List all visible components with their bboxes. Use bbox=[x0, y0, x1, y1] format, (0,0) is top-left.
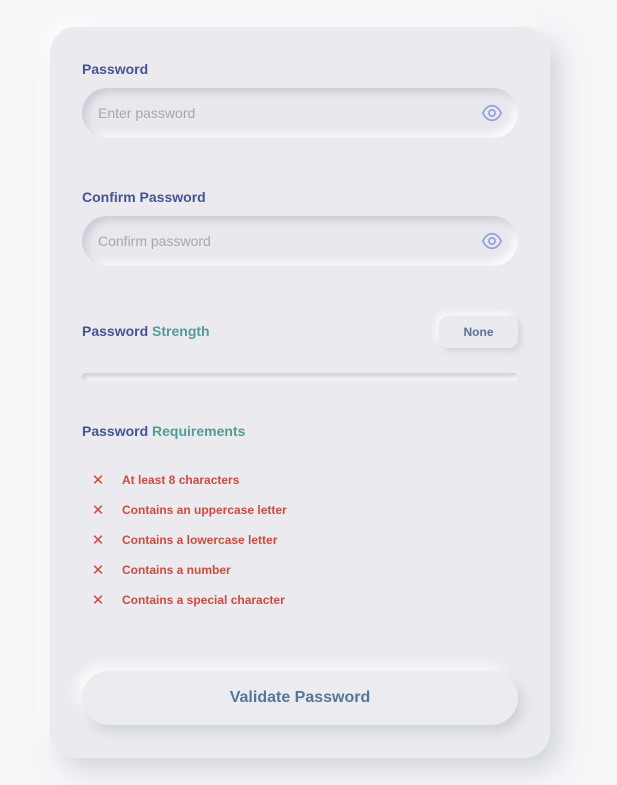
eye-icon[interactable] bbox=[481, 103, 503, 123]
requirement-text: Contains a number bbox=[122, 563, 231, 577]
requirement-item: ✕ Contains a number bbox=[90, 555, 287, 585]
strength-label: Password Strength bbox=[82, 323, 210, 339]
requirement-text: At least 8 characters bbox=[122, 473, 240, 487]
requirement-text: Contains an uppercase letter bbox=[122, 503, 287, 517]
requirement-text: Contains a lowercase letter bbox=[122, 533, 278, 547]
x-icon: ✕ bbox=[91, 471, 105, 489]
requirement-item: ✕ Contains an uppercase letter bbox=[90, 495, 287, 525]
strength-label-part1: Password bbox=[82, 323, 149, 339]
requirements-label-part1: Password bbox=[82, 423, 149, 439]
password-input-wrapper bbox=[82, 88, 518, 138]
requirement-text: Contains a special character bbox=[122, 593, 285, 607]
confirm-password-label: Confirm Password bbox=[82, 189, 206, 205]
x-icon: ✕ bbox=[91, 561, 105, 579]
requirement-item: ✕ Contains a special character bbox=[90, 585, 287, 615]
confirm-password-input-wrapper bbox=[82, 216, 518, 266]
password-input[interactable] bbox=[98, 88, 468, 138]
requirements-label: Password Requirements bbox=[82, 423, 245, 439]
x-icon: ✕ bbox=[91, 501, 105, 519]
strength-label-part2: Strength bbox=[152, 323, 210, 339]
password-label: Password bbox=[82, 61, 149, 77]
validate-password-button[interactable]: Validate Password bbox=[82, 671, 518, 725]
requirements-label-part2: Requirements bbox=[152, 423, 246, 439]
x-icon: ✕ bbox=[91, 591, 105, 609]
requirement-item: ✕ Contains a lowercase letter bbox=[90, 525, 287, 555]
password-card: Password Confirm Password Password Stren… bbox=[50, 27, 550, 758]
confirm-password-input[interactable] bbox=[98, 216, 468, 266]
eye-icon[interactable] bbox=[481, 231, 503, 251]
strength-meter bbox=[82, 373, 518, 381]
requirements-list: ✕ At least 8 characters ✕ Contains an up… bbox=[90, 465, 287, 615]
requirement-item: ✕ At least 8 characters bbox=[90, 465, 287, 495]
strength-badge: None bbox=[439, 316, 518, 348]
x-icon: ✕ bbox=[91, 531, 105, 549]
